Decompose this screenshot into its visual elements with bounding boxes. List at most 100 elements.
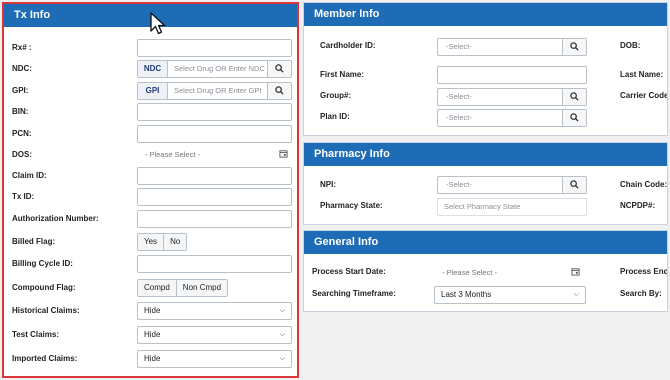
bin-label: BIN: [12, 107, 29, 116]
last-name-label: Last Name: [620, 70, 664, 79]
claim-id-label: Claim ID: [12, 171, 47, 180]
billing-cycle-row: Billing Cycle ID: [12, 255, 292, 273]
chain-code-label: Chain Code: [620, 180, 668, 189]
gpi-combo[interactable]: GPI Select Drug OR Enter GPI [137, 82, 292, 100]
process-start-date-picker[interactable]: - Please Select - [434, 264, 584, 282]
plan-search-icon[interactable] [562, 110, 586, 126]
cardholder-search-icon[interactable] [562, 39, 586, 55]
compound-flag-label: Compound Flag: [12, 283, 76, 292]
gpi-tag: GPI [138, 83, 168, 99]
billed-flag-toggle: Yes No [137, 233, 188, 251]
test-claims-row: Test Claims: Hide ⌵ [12, 326, 292, 344]
plan-id-select[interactable]: -Select- [437, 109, 587, 127]
rx-input[interactable] [137, 39, 292, 57]
test-claims-value: Hide [144, 330, 161, 339]
cardholder-id-label: Cardholder ID: [320, 41, 376, 50]
tx-id-row: Tx ID: [12, 188, 292, 206]
chevron-down-icon: ⌵ [573, 291, 579, 298]
pharmacy-state-label: Pharmacy State: [320, 201, 383, 210]
authorization-number-input[interactable] [137, 210, 292, 228]
claim-id-input[interactable] [137, 167, 292, 185]
searching-timeframe-value: Last 3 Months [441, 290, 492, 299]
ndc-tag: NDC [138, 61, 168, 77]
pcn-input[interactable] [137, 125, 292, 143]
historical-claims-select[interactable]: Hide ⌵ [137, 302, 292, 320]
cardholder-id-placeholder: -Select- [446, 42, 472, 51]
bin-input[interactable] [137, 103, 292, 121]
billing-cycle-label: Billing Cycle ID: [12, 259, 73, 268]
ndc-search-icon[interactable] [267, 61, 291, 77]
billed-yes-button[interactable]: Yes [138, 234, 164, 250]
group-search-icon[interactable] [562, 89, 586, 105]
gpi-label: GPI: [12, 86, 29, 95]
carrier-code-label: Carrier Code [620, 91, 668, 100]
billed-flag-label: Billed Flag: [12, 237, 56, 246]
bin-row: BIN: [12, 103, 292, 121]
ndc-input[interactable]: Select Drug OR Enter NDC [168, 61, 267, 77]
cardholder-id-select[interactable]: -Select- [437, 38, 587, 56]
gpi-search-icon[interactable] [267, 83, 291, 99]
calendar-icon[interactable] [566, 264, 584, 282]
pharmacy-info-panel: Pharmacy Info NPI: -Select- Chain Code: … [303, 142, 668, 225]
ndc-combo[interactable]: NDC Select Drug OR Enter NDC [137, 60, 292, 78]
npi-label: NPI: [320, 180, 336, 189]
gpi-row: GPI: GPI Select Drug OR Enter GPI [12, 82, 292, 100]
imported-claims-row: Imported Claims: Hide ⌵ [12, 350, 292, 368]
compound-flag-toggle: Compd Non Cmpd [137, 279, 229, 297]
historical-claims-value: Hide [144, 306, 161, 315]
test-claims-label: Test Claims: [12, 330, 59, 339]
first-name-label: First Name: [320, 70, 365, 79]
mouse-cursor-icon [149, 12, 167, 36]
tx-id-label: Tx ID: [12, 192, 35, 201]
npi-select[interactable]: -Select- [437, 176, 587, 194]
gpi-input[interactable]: Select Drug OR Enter GPI [168, 83, 267, 99]
ncpdp-label: NCPDP#: [620, 201, 656, 210]
group-select[interactable]: -Select- [437, 88, 587, 106]
member-info-panel: Member Info Cardholder ID: -Select- DOB:… [303, 2, 668, 136]
npi-placeholder: -Select- [446, 180, 472, 189]
rx-row: Rx# : [12, 39, 292, 57]
tx-info-panel: Tx Info Rx# : NDC: NDC Select Drug OR En… [2, 2, 299, 378]
authorization-number-label: Authorization Number: [12, 214, 99, 223]
historical-row: Historical Claims: Hide ⌵ [12, 302, 292, 320]
chevron-down-icon: ⌵ [279, 307, 285, 314]
historical-claims-label: Historical Claims: [12, 306, 80, 315]
first-name-input[interactable] [437, 66, 587, 84]
plan-id-label: Plan ID: [320, 112, 350, 121]
billed-no-button[interactable]: No [163, 234, 187, 250]
npi-search-icon[interactable] [562, 177, 586, 193]
general-info-panel: General Info Process Start Date: - Pleas… [303, 230, 668, 312]
compound-button[interactable]: Compd [138, 280, 176, 296]
pcn-label: PCN: [12, 129, 32, 138]
member-info-title: Member Info [304, 3, 667, 26]
pcn-row: PCN: [12, 125, 292, 143]
chevron-down-icon: ⌵ [279, 355, 285, 362]
process-end-label: Process End [620, 267, 668, 276]
general-info-title: General Info [304, 231, 667, 254]
imported-claims-label: Imported Claims: [12, 354, 78, 363]
imported-claims-select[interactable]: Hide ⌵ [137, 350, 292, 368]
tx-id-input[interactable] [137, 188, 292, 206]
search-by-label: Search By: [620, 289, 662, 298]
pharmacy-state-select[interactable]: Select Pharmacy State [437, 198, 587, 216]
dos-row: DOS: - Please Select - [12, 146, 289, 164]
group-placeholder: -Select- [446, 92, 472, 101]
billed-flag-row: Billed Flag: Yes No [12, 233, 289, 251]
process-start-placeholder: - Please Select - [442, 268, 498, 277]
test-claims-select[interactable]: Hide ⌵ [137, 326, 292, 344]
rx-label: Rx# : [12, 43, 32, 52]
pharmacy-info-title: Pharmacy Info [304, 143, 667, 166]
imported-claims-value: Hide [144, 354, 161, 363]
billing-cycle-input[interactable] [137, 255, 292, 273]
compound-flag-row: Compound Flag: Compd Non Cmpd [12, 279, 289, 297]
calendar-icon[interactable] [274, 146, 292, 164]
dos-label: DOS: [12, 150, 32, 159]
group-label: Group#: [320, 91, 352, 100]
process-start-date-label: Process Start Date: [312, 267, 386, 276]
searching-timeframe-label: Searching Timeframe: [312, 289, 396, 298]
ndc-row: NDC: NDC Select Drug OR Enter NDC [12, 60, 292, 78]
claim-id-row: Claim ID: [12, 167, 292, 185]
searching-timeframe-select[interactable]: Last 3 Months ⌵ [434, 286, 586, 304]
non-compound-button[interactable]: Non Cmpd [175, 280, 228, 296]
dos-datepicker[interactable]: - Please Select - [137, 146, 292, 164]
